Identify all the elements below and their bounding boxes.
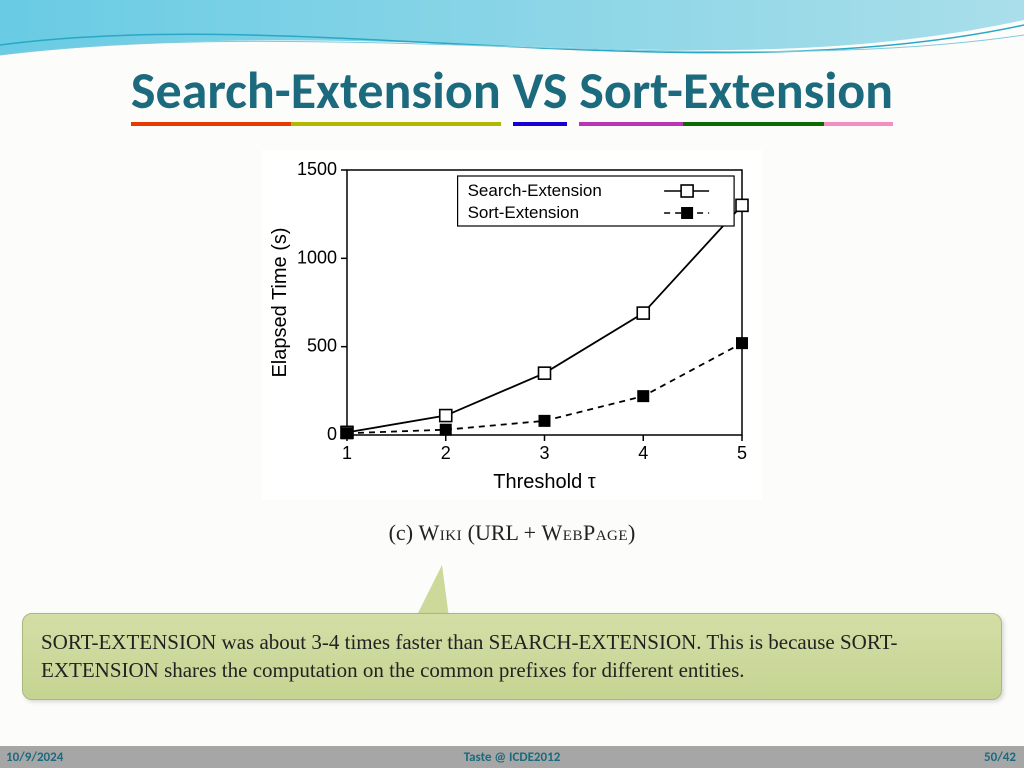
svg-text:Elapsed Time (s): Elapsed Time (s) (269, 227, 291, 377)
svg-text:Sort-Extension: Sort-Extension (468, 203, 579, 222)
svg-text:1000: 1000 (297, 247, 337, 267)
footer-page: 50/42 (984, 750, 1016, 765)
title-word-3a: Sort- (579, 58, 683, 126)
svg-text:500: 500 (307, 336, 337, 356)
svg-text:4: 4 (638, 443, 648, 463)
title-word-1b: Extension (291, 58, 501, 126)
chart: 0 500 1000 1500 1 2 3 4 5 Threshold τ Elapsed Time… (262, 150, 762, 500)
svg-text:1: 1 (342, 443, 352, 463)
title-word-3b: Extens (683, 58, 824, 126)
svg-text:3: 3 (539, 443, 549, 463)
svg-text:0: 0 (327, 424, 337, 444)
svg-text:5: 5 (737, 443, 747, 463)
svg-text:2: 2 (441, 443, 451, 463)
svg-text:1500: 1500 (297, 159, 337, 179)
chart-caption: (c) Wiki (URL + WebPage) (0, 520, 1024, 546)
svg-text:Threshold τ: Threshold τ (493, 471, 595, 493)
callout-text: SORT-EXTENSION was about 3-4 times faste… (22, 613, 1002, 700)
callout: SORT-EXTENSION was about 3-4 times faste… (22, 565, 1002, 720)
title-word-3c: ion (824, 58, 893, 126)
chart-svg: 0 500 1000 1500 1 2 3 4 5 Threshold τ Elapsed Time… (262, 150, 762, 500)
slide-title: Search-Extension VS Sort-Extension (0, 58, 1024, 122)
footer-venue: Taste @ ICDE2012 (0, 750, 1024, 765)
footer-date: 10/9/2024 (6, 750, 63, 765)
title-word-1a: Search- (131, 58, 291, 126)
footer-bar: 10/9/2024 Taste @ ICDE2012 50/42 (0, 746, 1024, 768)
svg-text:Search-Extension: Search-Extension (468, 181, 602, 200)
title-word-2: VS (513, 58, 568, 126)
